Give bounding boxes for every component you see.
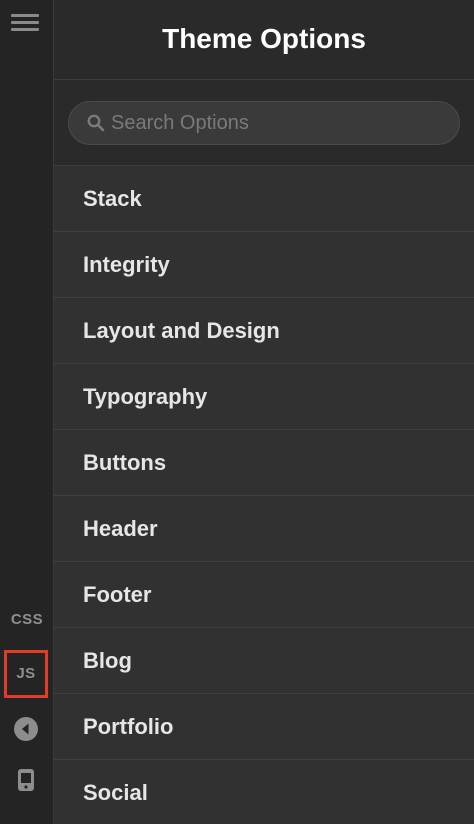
- list-item-label: Stack: [83, 186, 142, 211]
- list-item-label: Typography: [83, 384, 208, 409]
- search-bar: [54, 80, 474, 166]
- list-item-label: Portfolio: [83, 714, 174, 739]
- list-item-label: Buttons: [83, 450, 167, 475]
- list-item-social[interactable]: Social: [54, 760, 474, 824]
- search-icon: [87, 114, 105, 132]
- list-item-stack[interactable]: Stack: [54, 166, 474, 232]
- css-button[interactable]: CSS: [0, 611, 54, 628]
- list-item-label: Social: [83, 780, 148, 805]
- list-item-label: Blog: [83, 648, 132, 673]
- list-item-label: Header: [83, 516, 158, 541]
- search-field[interactable]: [68, 101, 460, 145]
- list-item-buttons[interactable]: Buttons: [54, 430, 474, 496]
- list-item-label: Footer: [83, 582, 152, 607]
- list-item-blog[interactable]: Blog: [54, 628, 474, 694]
- panel-header: Theme Options: [54, 0, 474, 80]
- list-item-portfolio[interactable]: Portfolio: [54, 694, 474, 760]
- hamburger-menu-icon[interactable]: [11, 12, 39, 34]
- page-title: Theme Options: [162, 23, 366, 54]
- list-item-label: Layout and Design: [83, 318, 280, 343]
- list-item-footer[interactable]: Footer: [54, 562, 474, 628]
- customizer-app: CSS JS Theme Options Search Options Stac…: [0, 0, 474, 824]
- search-input[interactable]: [111, 102, 441, 144]
- left-rail: CSS JS: [0, 0, 54, 824]
- mobile-device-icon[interactable]: [13, 767, 39, 793]
- list-item-integrity[interactable]: Integrity: [54, 232, 474, 298]
- list-item-label: Integrity: [83, 252, 170, 277]
- list-item-typography[interactable]: Typography: [54, 364, 474, 430]
- list-item-header[interactable]: Header: [54, 496, 474, 562]
- options-list: Stack Integrity Layout and Design Typogr…: [54, 166, 474, 824]
- collapse-arrow-icon[interactable]: [13, 716, 39, 742]
- list-item-layout-and-design[interactable]: Layout and Design: [54, 298, 474, 364]
- options-panel: Theme Options Stack Integrity Layout and…: [54, 0, 474, 824]
- js-button[interactable]: JS: [4, 650, 48, 698]
